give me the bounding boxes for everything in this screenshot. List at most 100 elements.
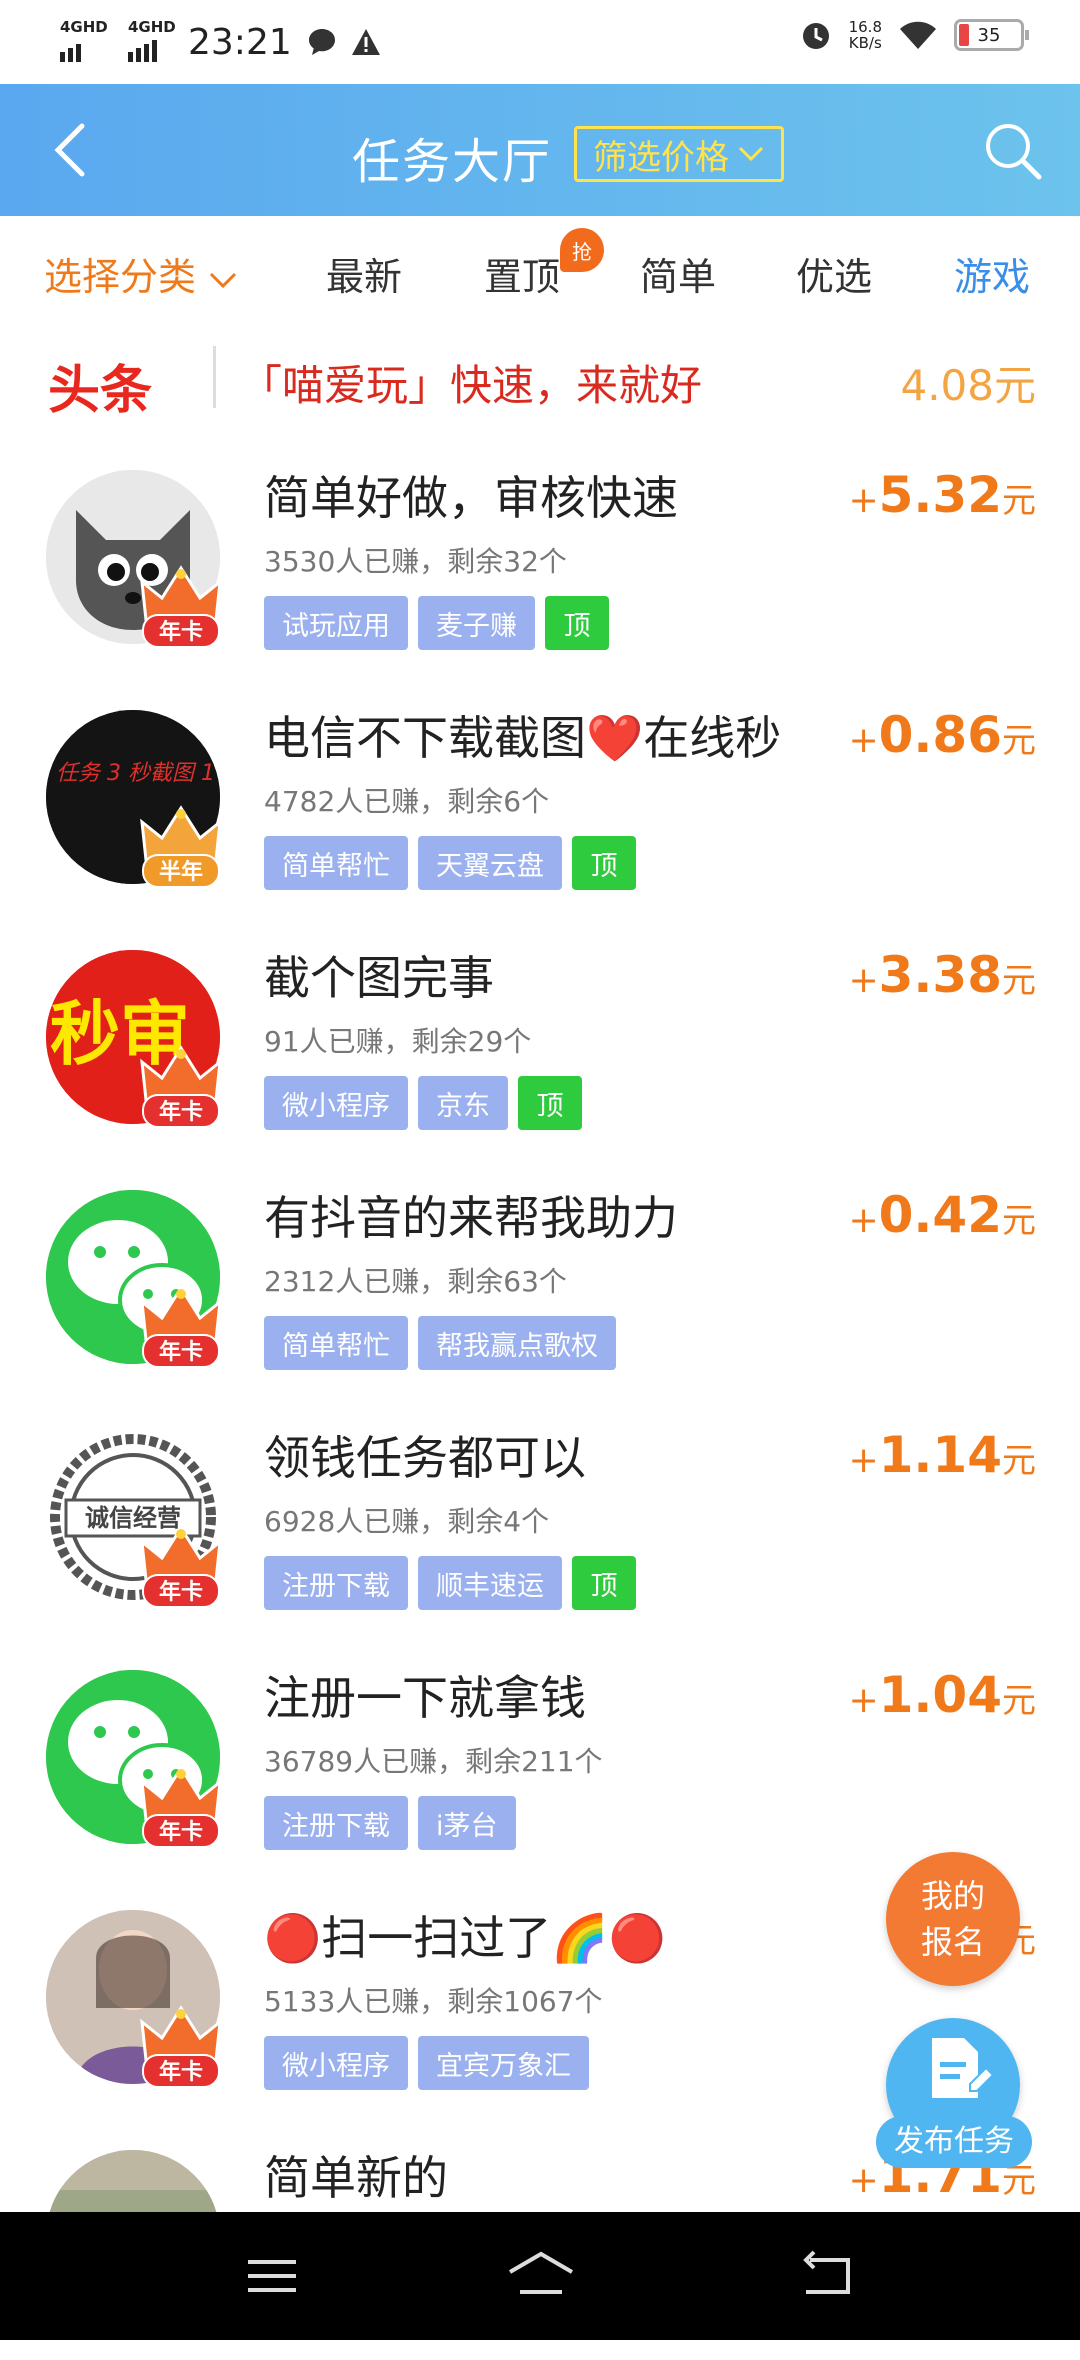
- battery-level: 35: [977, 24, 1001, 46]
- member-crown-badge: 半年: [138, 804, 224, 890]
- task-item[interactable]: 秒审 年卡 截个图完事 91人已赚，剩余29个 微小程序 京东 顶 +3.38元: [0, 920, 1080, 1160]
- reward-unit: 元: [1002, 961, 1036, 1001]
- price-filter-button[interactable]: 筛选价格: [574, 126, 784, 182]
- menu-icon[interactable]: [242, 2248, 302, 2304]
- tab-simple[interactable]: 简单: [640, 246, 716, 301]
- task-title: 有抖音的来帮我助力: [264, 1191, 678, 1245]
- task-tag: 宜宾万象汇: [418, 2036, 589, 2090]
- post-task-label[interactable]: 发布任务: [876, 2116, 1032, 2168]
- task-tag: i茅台: [418, 1796, 516, 1850]
- reward-amount: 1.14: [878, 1426, 1002, 1484]
- task-stats: 5133人已赚，剩余1067个: [264, 1985, 603, 2018]
- member-badge-label: 年卡: [142, 614, 220, 648]
- task-stats: 4782人已赚，剩余6个: [264, 785, 550, 818]
- reward-amount: 1.04: [878, 1666, 1002, 1724]
- tab-games[interactable]: 游戏: [954, 246, 1030, 301]
- tab-select-category[interactable]: 选择分类: [44, 246, 238, 301]
- headline-text: 「喵爱玩」快速，来就好: [240, 361, 703, 410]
- task-tags: 试玩应用 麦子赚 顶: [264, 596, 609, 650]
- task-reward: +5.32元: [848, 466, 1036, 524]
- task-tag: 帮我赢点歌权: [418, 1316, 616, 1370]
- reward-plus: +: [848, 2160, 879, 2201]
- reward-plus: +: [848, 480, 879, 521]
- chevron-down-icon: [738, 146, 764, 162]
- reward-plus: +: [848, 1680, 879, 1721]
- back-arrow-icon[interactable]: [44, 120, 104, 180]
- hot-badge: 抢: [560, 228, 604, 272]
- task-tag: 试玩应用: [264, 596, 408, 650]
- pinned-tag: 顶: [572, 836, 636, 890]
- pinned-tag: 顶: [545, 596, 609, 650]
- warning-icon: [351, 29, 380, 55]
- search-icon[interactable]: [980, 118, 1044, 182]
- task-item[interactable]: 诚信经营 年卡 领钱任务都可以 6928人已赚，剩余4个 注册下载 顺丰速运 顶…: [0, 1400, 1080, 1640]
- member-crown-badge: 年卡: [138, 1044, 224, 1130]
- member-crown-badge: 年卡: [138, 1284, 224, 1370]
- member-badge-label: 年卡: [142, 1814, 220, 1848]
- task-title: 简单好做，审核快速: [264, 471, 678, 525]
- reward-unit: 元: [1002, 1201, 1036, 1241]
- chevron-down-icon: [210, 272, 237, 289]
- task-item[interactable]: 年卡 有抖音的来帮我助力 2312人已赚，剩余63个 简单帮忙 帮我赢点歌权 +…: [0, 1160, 1080, 1400]
- wifi-icon: [900, 21, 936, 49]
- document-edit-icon: [932, 2038, 995, 2098]
- member-crown-badge: 年卡: [138, 1764, 224, 1850]
- back-icon[interactable]: [796, 2248, 856, 2304]
- tab-preferred[interactable]: 优选: [796, 246, 872, 301]
- my-signups-button[interactable]: 我的 报名: [886, 1852, 1020, 1986]
- task-tag: 天翼云盘: [418, 836, 562, 890]
- divider: [213, 346, 216, 408]
- task-title: 🔴扫一扫过了🌈🔴: [264, 1911, 666, 1965]
- task-title: 截个图完事: [264, 951, 494, 1005]
- sim2-label: 4GHD: [128, 18, 176, 36]
- tab-latest[interactable]: 最新: [326, 246, 402, 301]
- task-reward: +3.38元: [848, 946, 1036, 1004]
- task-title: 领钱任务都可以: [264, 1431, 586, 1485]
- reward-amount: 5.32: [878, 466, 1002, 524]
- task-tags: 注册下载 顺丰速运 顶: [264, 1556, 636, 1610]
- task-reward: +0.86元: [848, 706, 1036, 764]
- task-tags: 微小程序 宜宾万象汇: [264, 2036, 589, 2090]
- task-title: 简单新的: [264, 2151, 448, 2205]
- headline-amount: 4.08元: [900, 361, 1036, 410]
- signal-icon-sim2: 4GHD: [128, 18, 176, 62]
- member-badge-label: 年卡: [142, 1574, 220, 1608]
- pinned-tag: 顶: [518, 1076, 582, 1130]
- alarm-icon: [802, 23, 829, 49]
- my-signups-label-line1: 我的: [920, 1877, 985, 1915]
- task-tag: 微小程序: [264, 2036, 408, 2090]
- task-reward: +1.14元: [848, 1426, 1036, 1484]
- task-title: 注册一下就拿钱: [264, 1671, 586, 1725]
- task-stats: 36789人已赚，剩余211个: [264, 1745, 603, 1778]
- headline-banner[interactable]: 头条 「喵爱玩」快速，来就好 4.08元: [0, 330, 1080, 430]
- reward-unit: 元: [1002, 721, 1036, 761]
- task-item[interactable]: 任务 3 秒截图 1 秒审核 半年 电信不下载截图❤️在线秒 4782人已赚，剩…: [0, 680, 1080, 920]
- message-icon: [308, 29, 335, 55]
- task-tag: 微小程序: [264, 1076, 408, 1130]
- price-filter-label: 筛选价格: [593, 137, 729, 178]
- task-reward: +0.42元: [848, 1186, 1036, 1244]
- task-reward: +1.04元: [848, 1666, 1036, 1724]
- app-header: 任务大厅 筛选价格: [0, 84, 1080, 216]
- member-badge-label: 年卡: [142, 1094, 220, 1128]
- task-tag: 简单帮忙: [264, 1316, 408, 1370]
- member-badge-label: 半年: [142, 854, 220, 888]
- task-tag: 注册下载: [264, 1556, 408, 1610]
- reward-amount: 3.38: [878, 946, 1002, 1004]
- home-icon[interactable]: [506, 2248, 576, 2304]
- task-item[interactable]: 年卡 简单好做，审核快速 3530人已赚，剩余32个 试玩应用 麦子赚 顶 +5…: [0, 440, 1080, 680]
- reward-amount: 0.42: [878, 1186, 1002, 1244]
- task-title: 电信不下载截图❤️在线秒: [264, 711, 782, 765]
- battery-icon: 35: [954, 19, 1029, 51]
- task-item[interactable]: 年卡 注册一下就拿钱 36789人已赚，剩余211个 注册下载 i茅台 +1.0…: [0, 1640, 1080, 1880]
- tab-pinned[interactable]: 置顶: [484, 246, 560, 301]
- reward-amount: 0.86: [878, 706, 1002, 764]
- task-tag: 注册下载: [264, 1796, 408, 1850]
- reward-plus: +: [848, 960, 879, 1001]
- page-title: 任务大厅: [352, 134, 553, 190]
- task-tag: 京东: [418, 1076, 508, 1130]
- headline-tag: 头条: [48, 361, 153, 421]
- reward-plus: +: [848, 720, 879, 761]
- task-stats: 91人已赚，剩余29个: [264, 1025, 532, 1058]
- reward-plus: +: [848, 1200, 879, 1241]
